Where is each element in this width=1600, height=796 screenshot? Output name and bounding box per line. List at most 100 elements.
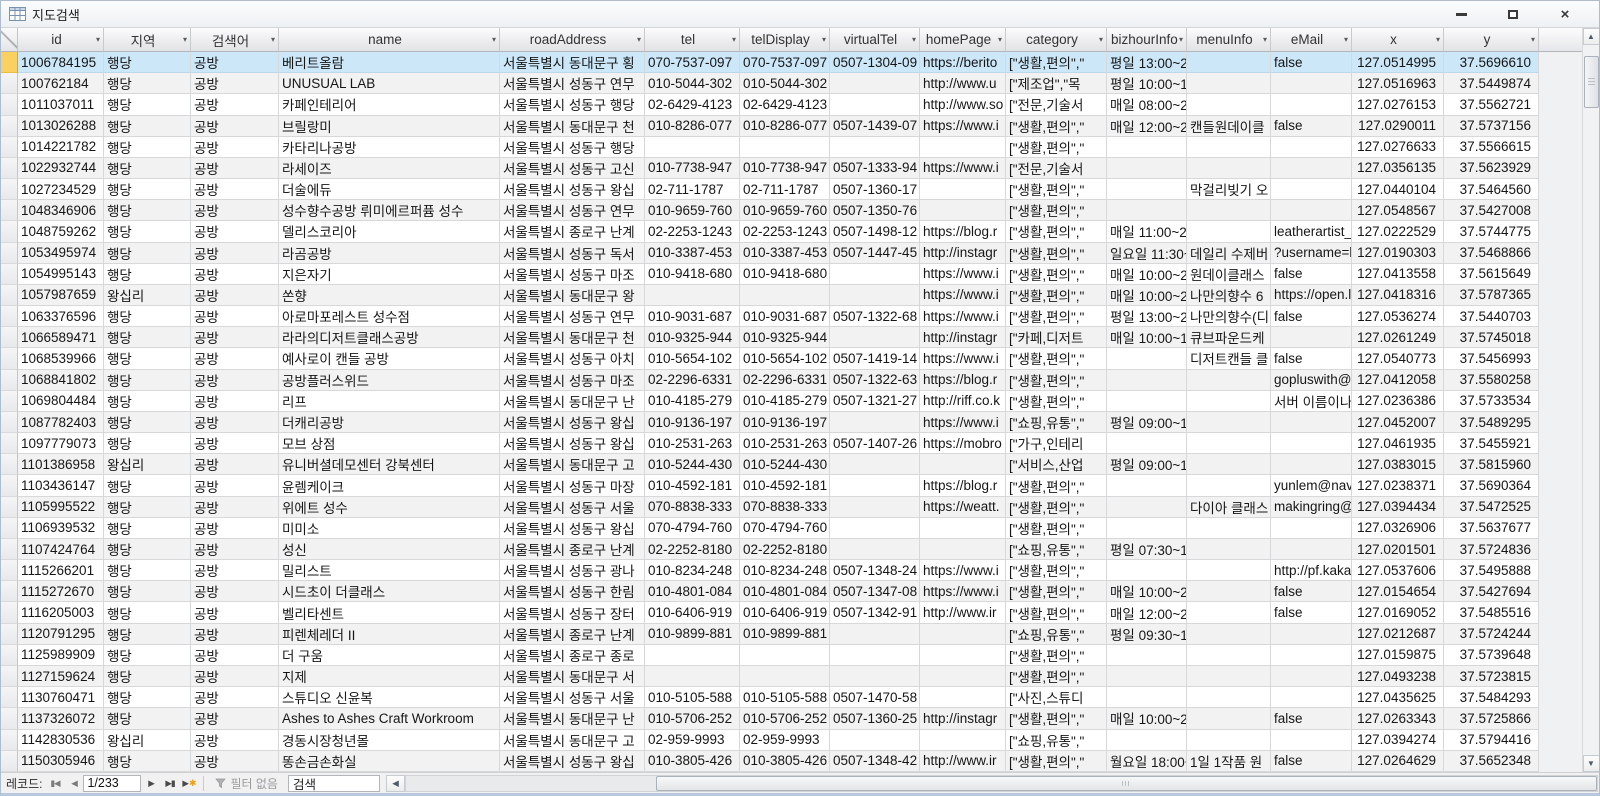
cell-road[interactable]: 서울특별시 성동구 연무 xyxy=(500,306,645,327)
row-selector[interactable] xyxy=(1,370,18,391)
cell-biz[interactable]: 일요일 11:30~ xyxy=(1107,243,1187,264)
cell-vtel[interactable]: 0507-1419-14 xyxy=(830,348,920,369)
row-selector[interactable] xyxy=(1,52,18,73)
cell-home[interactable]: http://riff.co.k xyxy=(920,391,1006,412)
row-selector[interactable] xyxy=(1,666,18,687)
column-header-keyword[interactable]: 검색어▾ xyxy=(191,28,279,52)
row-selector[interactable] xyxy=(1,751,18,772)
cell-y[interactable]: 37.5725866 xyxy=(1444,708,1539,729)
row-selector[interactable] xyxy=(1,687,18,708)
cell-teld[interactable]: 010-9136-197 xyxy=(740,412,830,433)
cell-cat[interactable]: ["생활,편의"," xyxy=(1006,497,1107,518)
cell-y[interactable]: 37.5652348 xyxy=(1444,751,1539,772)
cell-id[interactable]: 1087782403 xyxy=(18,412,104,433)
cell-region[interactable]: 행당 xyxy=(104,751,191,772)
cell-keyword[interactable]: 공방 xyxy=(191,285,279,306)
cell-y[interactable]: 37.5566615 xyxy=(1444,137,1539,158)
cell-road[interactable]: 서울특별시 종로구 난계 xyxy=(500,539,645,560)
cell-cat[interactable]: ["생활,편의"," xyxy=(1006,581,1107,602)
cell-home[interactable]: https://mobro xyxy=(920,433,1006,454)
cell-name[interactable]: 성신 xyxy=(279,539,500,560)
cell-vtel[interactable] xyxy=(830,666,920,687)
cell-vtel[interactable] xyxy=(830,73,920,94)
cell-tel[interactable]: 010-5706-252 xyxy=(645,708,740,729)
cell-tel[interactable]: 070-4794-760 xyxy=(645,518,740,539)
row-selector[interactable] xyxy=(1,560,18,581)
cell-menu[interactable]: 나만의향수(디 xyxy=(1187,306,1271,327)
cell-keyword[interactable]: 공방 xyxy=(191,158,279,179)
cell-email[interactable]: false xyxy=(1271,52,1352,73)
cell-tel[interactable]: 010-4801-084 xyxy=(645,581,740,602)
cell-home[interactable]: http://www.so xyxy=(920,94,1006,115)
cell-vtel[interactable]: 0507-1350-76 xyxy=(830,200,920,221)
cell-region[interactable]: 행당 xyxy=(104,581,191,602)
cell-biz[interactable]: 매일 10:00~2 xyxy=(1107,581,1187,602)
cell-teld[interactable]: 010-2531-263 xyxy=(740,433,830,454)
cell-menu[interactable] xyxy=(1187,412,1271,433)
row-selector[interactable] xyxy=(1,708,18,729)
cell-y[interactable]: 37.5464560 xyxy=(1444,179,1539,200)
cell-x[interactable]: 127.0536274 xyxy=(1352,306,1444,327)
cell-x[interactable]: 127.0276153 xyxy=(1352,94,1444,115)
cell-cat[interactable]: ["전문,기술서 xyxy=(1006,94,1107,115)
row-selector[interactable] xyxy=(1,73,18,94)
cell-home[interactable] xyxy=(920,518,1006,539)
cell-keyword[interactable]: 공방 xyxy=(191,560,279,581)
cell-region[interactable]: 행당 xyxy=(104,602,191,623)
cell-cat[interactable]: ["생활,편의"," xyxy=(1006,221,1107,242)
row-selector[interactable] xyxy=(1,602,18,623)
cell-keyword[interactable]: 공방 xyxy=(191,179,279,200)
sort-filter-arrow-icon[interactable]: ▾ xyxy=(96,35,100,44)
cell-region[interactable]: 행당 xyxy=(104,200,191,221)
cell-home[interactable]: http://www.u xyxy=(920,73,1006,94)
cell-teld[interactable]: 010-6406-919 xyxy=(740,602,830,623)
cell-vtel[interactable] xyxy=(830,412,920,433)
restore-button[interactable] xyxy=(1501,5,1525,23)
cell-region[interactable]: 왕십리 xyxy=(104,730,191,751)
cell-road[interactable]: 서울특별시 성동구 마조 xyxy=(500,264,645,285)
cell-name[interactable]: 윤렘케이크 xyxy=(279,475,500,496)
sort-filter-arrow-icon[interactable]: ▾ xyxy=(912,35,916,44)
cell-id[interactable]: 1150305946 xyxy=(18,751,104,772)
cell-x[interactable]: 127.0201501 xyxy=(1352,539,1444,560)
cell-id[interactable]: 100762184 xyxy=(18,73,104,94)
cell-biz[interactable] xyxy=(1107,560,1187,581)
cell-menu[interactable] xyxy=(1187,454,1271,475)
cell-home[interactable]: http://www.ir xyxy=(920,751,1006,772)
column-header-vtel[interactable]: virtualTel▾ xyxy=(830,28,920,52)
cell-home[interactable]: https://www.i xyxy=(920,348,1006,369)
cell-tel[interactable]: 010-9031-687 xyxy=(645,306,740,327)
cell-y[interactable]: 37.5739648 xyxy=(1444,645,1539,666)
sort-filter-arrow-icon[interactable]: ▾ xyxy=(1436,35,1440,44)
cell-vtel[interactable] xyxy=(830,518,920,539)
cell-biz[interactable]: 매일 10:00~2 xyxy=(1107,708,1187,729)
sort-filter-arrow-icon[interactable]: ▾ xyxy=(637,35,641,44)
cell-biz[interactable]: 매일 11:00~2 xyxy=(1107,221,1187,242)
row-selector[interactable] xyxy=(1,116,18,137)
cell-region[interactable]: 행당 xyxy=(104,327,191,348)
cell-teld[interactable]: 010-3805-426 xyxy=(740,751,830,772)
select-all-corner[interactable] xyxy=(1,28,18,52)
cell-y[interactable]: 37.5815960 xyxy=(1444,454,1539,475)
cell-home[interactable]: https://weatt. xyxy=(920,497,1006,518)
cell-name[interactable]: 브릴랑미 xyxy=(279,116,500,137)
cell-keyword[interactable]: 공방 xyxy=(191,137,279,158)
cell-biz[interactable]: 월요일 18:00~ xyxy=(1107,751,1187,772)
cell-region[interactable]: 행당 xyxy=(104,687,191,708)
cell-email[interactable]: false xyxy=(1271,751,1352,772)
cell-biz[interactable]: 평일 07:30~1 xyxy=(1107,539,1187,560)
cell-region[interactable]: 행당 xyxy=(104,518,191,539)
cell-road[interactable]: 서울특별시 동대문구 서 xyxy=(500,666,645,687)
cell-y[interactable]: 37.5440703 xyxy=(1444,306,1539,327)
cell-email[interactable]: false xyxy=(1271,264,1352,285)
cell-road[interactable]: 서울특별시 성동구 독서 xyxy=(500,243,645,264)
cell-vtel[interactable] xyxy=(830,624,920,645)
cell-vtel[interactable] xyxy=(830,497,920,518)
cell-home[interactable] xyxy=(920,645,1006,666)
cell-teld[interactable]: 02-2296-6331 xyxy=(740,370,830,391)
cell-y[interactable]: 37.5723815 xyxy=(1444,666,1539,687)
cell-cat[interactable]: ["생활,편의"," xyxy=(1006,602,1107,623)
cell-keyword[interactable]: 공방 xyxy=(191,52,279,73)
cell-home[interactable]: http://instagr xyxy=(920,243,1006,264)
cell-menu[interactable]: 막걸리빚기 오 xyxy=(1187,179,1271,200)
